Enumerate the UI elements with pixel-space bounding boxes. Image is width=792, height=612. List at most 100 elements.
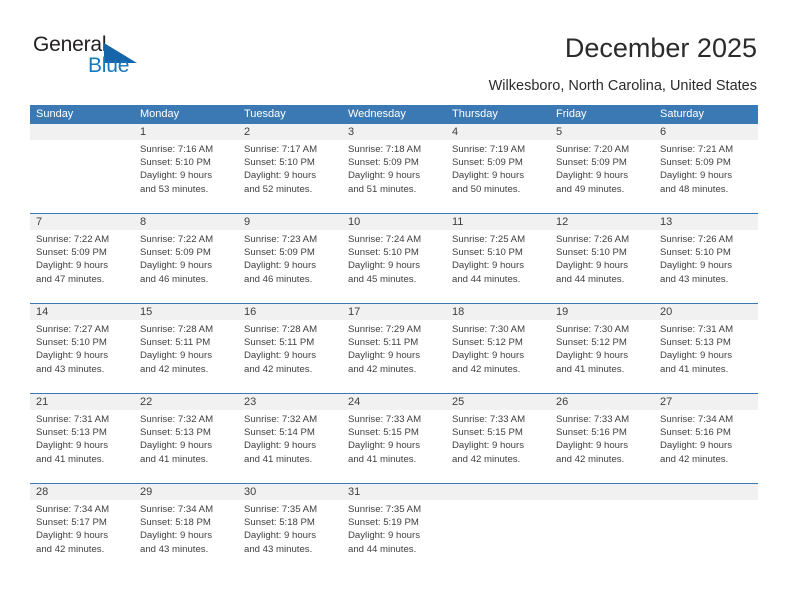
day-cell[interactable]: Sunrise: 7:26 AM Sunset: 5:10 PM Daylight:… <box>550 230 654 303</box>
sunset-text: Sunset: 5:14 PM <box>244 427 315 439</box>
week-daynumber-band: 14 15 16 17 18 19 20 <box>30 304 758 320</box>
sunrise-text: Sunrise: 7:30 AM <box>452 324 526 335</box>
sunrise-text: Sunrise: 7:30 AM <box>556 324 630 335</box>
day-cell[interactable]: Sunrise: 7:33 AM Sunset: 5:16 PM Daylight:… <box>550 410 654 483</box>
day-number[interactable]: 20 <box>654 304 758 320</box>
day-number[interactable]: 7 <box>30 214 134 230</box>
brand-logo[interactable]: General Blue <box>33 33 173 83</box>
day-number[interactable]: 11 <box>446 214 550 230</box>
daylight-text: Daylight: 9 hours <box>660 440 732 452</box>
daylight-text: Daylight: 9 hours <box>140 530 212 542</box>
day-cell[interactable]: Sunrise: 7:34 AM Sunset: 5:17 PM Daylight:… <box>30 500 134 573</box>
day-cell[interactable]: Sunrise: 7:21 AM Sunset: 5:09 PM Daylight:… <box>654 140 758 213</box>
day-number[interactable]: 4 <box>446 124 550 140</box>
day-number[interactable]: 10 <box>342 214 446 230</box>
day-number[interactable]: 17 <box>342 304 446 320</box>
day-cell[interactable]: Sunrise: 7:29 AM Sunset: 5:11 PM Daylight:… <box>342 320 446 393</box>
day-cell[interactable]: Sunrise: 7:33 AM Sunset: 5:15 PM Daylight:… <box>446 410 550 483</box>
day-number[interactable]: 2 <box>238 124 342 140</box>
day-number[interactable]: 8 <box>134 214 238 230</box>
daylight-text: Daylight: 9 hours <box>452 260 524 272</box>
day-cell[interactable]: Sunrise: 7:24 AM Sunset: 5:10 PM Daylight:… <box>342 230 446 303</box>
sunset-text: Sunset: 5:13 PM <box>660 337 731 349</box>
day-number[interactable]: 9 <box>238 214 342 230</box>
day-number[interactable]: 12 <box>550 214 654 230</box>
sunrise-text: Sunrise: 7:22 AM <box>36 234 110 245</box>
day-cell[interactable]: Sunrise: 7:34 AM Sunset: 5:18 PM Daylight:… <box>134 500 238 573</box>
day-number[interactable]: 23 <box>238 394 342 410</box>
day-cell[interactable]: Sunrise: 7:18 AM Sunset: 5:09 PM Daylight:… <box>342 140 446 213</box>
daylight-text: Daylight: 9 hours <box>140 170 212 182</box>
day-cell[interactable]: Sunrise: 7:33 AM Sunset: 5:15 PM Daylight:… <box>342 410 446 483</box>
day-number[interactable]: 27 <box>654 394 758 410</box>
day-cell[interactable]: Sunrise: 7:31 AM Sunset: 5:13 PM Daylight:… <box>654 320 758 393</box>
daylight-text: Daylight: 9 hours <box>556 170 628 182</box>
daylight-text: Daylight: 9 hours <box>348 260 420 272</box>
day-number[interactable]: 6 <box>654 124 758 140</box>
day-cell[interactable]: Sunrise: 7:32 AM Sunset: 5:14 PM Daylight:… <box>238 410 342 483</box>
daylight-text-cont: and 53 minutes. <box>140 183 209 195</box>
day-number-empty <box>550 484 654 500</box>
day-number[interactable]: 19 <box>550 304 654 320</box>
daylight-text-cont: and 46 minutes. <box>244 273 313 285</box>
day-number[interactable]: 21 <box>30 394 134 410</box>
day-cell[interactable]: Sunrise: 7:32 AM Sunset: 5:13 PM Daylight:… <box>134 410 238 483</box>
day-cell-empty <box>446 500 550 573</box>
day-number[interactable]: 28 <box>30 484 134 500</box>
sunset-text: Sunset: 5:10 PM <box>244 157 315 169</box>
day-number[interactable]: 26 <box>550 394 654 410</box>
sunrise-text: Sunrise: 7:17 AM <box>244 144 318 155</box>
day-cell[interactable]: Sunrise: 7:16 AM Sunset: 5:10 PM Daylight:… <box>134 140 238 213</box>
day-number[interactable]: 24 <box>342 394 446 410</box>
day-cell[interactable]: Sunrise: 7:30 AM Sunset: 5:12 PM Daylight:… <box>446 320 550 393</box>
day-number[interactable]: 3 <box>342 124 446 140</box>
daylight-text: Daylight: 9 hours <box>348 440 420 452</box>
day-number-empty <box>654 484 758 500</box>
day-number[interactable]: 18 <box>446 304 550 320</box>
day-number[interactable]: 22 <box>134 394 238 410</box>
day-number[interactable]: 14 <box>30 304 134 320</box>
day-cell[interactable]: Sunrise: 7:25 AM Sunset: 5:10 PM Daylight:… <box>446 230 550 303</box>
day-number[interactable]: 13 <box>654 214 758 230</box>
day-number[interactable]: 15 <box>134 304 238 320</box>
weekday-header-sunday: Sunday <box>36 108 74 120</box>
day-cell[interactable]: Sunrise: 7:34 AM Sunset: 5:16 PM Daylight:… <box>654 410 758 483</box>
day-cell[interactable]: Sunrise: 7:31 AM Sunset: 5:13 PM Daylight:… <box>30 410 134 483</box>
week-daynumber-band: 21 22 23 24 25 26 27 <box>30 394 758 410</box>
day-cell[interactable]: Sunrise: 7:22 AM Sunset: 5:09 PM Daylight:… <box>30 230 134 303</box>
page-title: December 2025 <box>564 33 757 63</box>
day-number[interactable]: 31 <box>342 484 446 500</box>
day-cell[interactable]: Sunrise: 7:35 AM Sunset: 5:18 PM Daylight:… <box>238 500 342 573</box>
daylight-text-cont: and 41 minutes. <box>140 453 209 465</box>
day-number[interactable]: 16 <box>238 304 342 320</box>
daylight-text: Daylight: 9 hours <box>348 170 420 182</box>
sunset-text: Sunset: 5:10 PM <box>452 247 523 259</box>
day-cell[interactable]: Sunrise: 7:20 AM Sunset: 5:09 PM Daylight:… <box>550 140 654 213</box>
week-daynumber-band: 123456 <box>30 124 758 140</box>
daylight-text-cont: and 47 minutes. <box>36 273 105 285</box>
day-number[interactable]: 25 <box>446 394 550 410</box>
day-cell[interactable]: Sunrise: 7:28 AM Sunset: 5:11 PM Daylight:… <box>134 320 238 393</box>
day-cell[interactable]: Sunrise: 7:30 AM Sunset: 5:12 PM Daylight:… <box>550 320 654 393</box>
daylight-text-cont: and 48 minutes. <box>660 183 729 195</box>
sunset-text: Sunset: 5:12 PM <box>452 337 523 349</box>
day-cell[interactable]: Sunrise: 7:22 AM Sunset: 5:09 PM Daylight:… <box>134 230 238 303</box>
day-cell[interactable]: Sunrise: 7:23 AM Sunset: 5:09 PM Daylight:… <box>238 230 342 303</box>
daylight-text-cont: and 41 minutes. <box>348 453 417 465</box>
day-cell[interactable]: Sunrise: 7:35 AM Sunset: 5:19 PM Daylight:… <box>342 500 446 573</box>
day-number[interactable]: 29 <box>134 484 238 500</box>
day-number[interactable]: 1 <box>134 124 238 140</box>
day-cell[interactable]: Sunrise: 7:19 AM Sunset: 5:09 PM Daylight:… <box>446 140 550 213</box>
day-number[interactable]: 30 <box>238 484 342 500</box>
day-number[interactable]: 5 <box>550 124 654 140</box>
day-cell[interactable]: Sunrise: 7:17 AM Sunset: 5:10 PM Daylight:… <box>238 140 342 213</box>
day-cell[interactable]: Sunrise: 7:26 AM Sunset: 5:10 PM Daylight:… <box>654 230 758 303</box>
day-cell[interactable]: Sunrise: 7:28 AM Sunset: 5:11 PM Daylight:… <box>238 320 342 393</box>
day-cell[interactable]: Sunrise: 7:27 AM Sunset: 5:10 PM Daylight:… <box>30 320 134 393</box>
weekday-header-tuesday: Tuesday <box>244 108 286 120</box>
sunrise-text: Sunrise: 7:33 AM <box>452 414 526 425</box>
sunset-text: Sunset: 5:15 PM <box>348 427 419 439</box>
daylight-text: Daylight: 9 hours <box>556 440 628 452</box>
sunrise-text: Sunrise: 7:35 AM <box>244 504 318 515</box>
sunset-text: Sunset: 5:15 PM <box>452 427 523 439</box>
